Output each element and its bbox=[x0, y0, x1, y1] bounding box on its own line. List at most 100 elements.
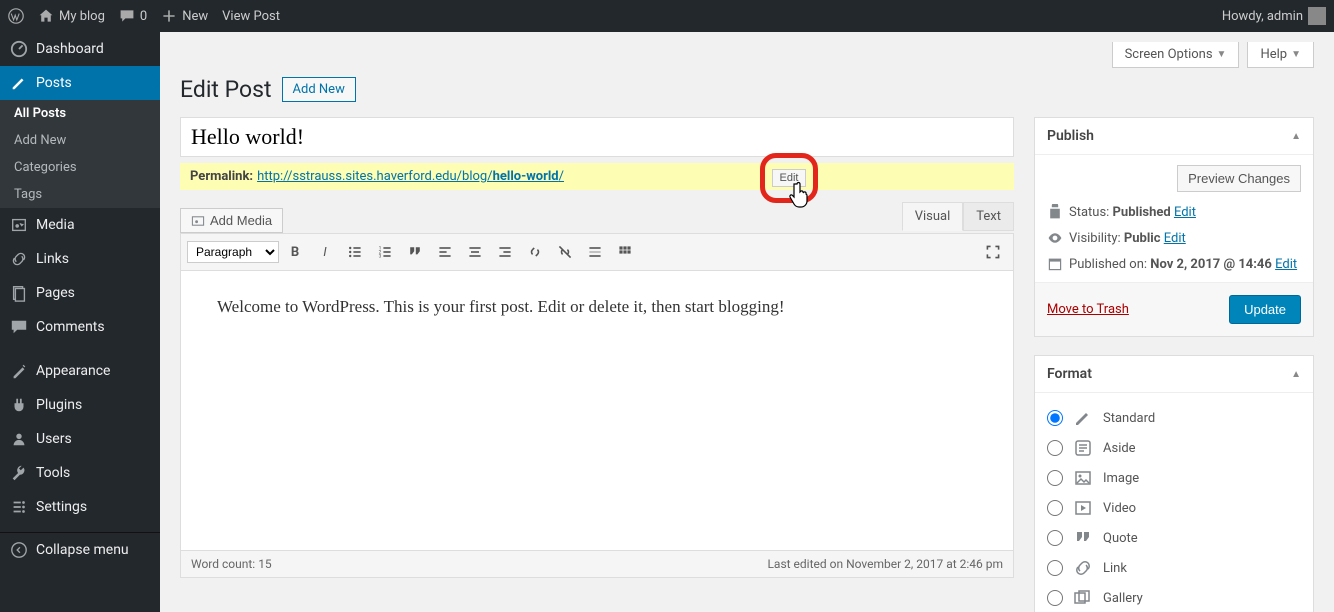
format-radio[interactable] bbox=[1047, 530, 1063, 546]
menu-media-label: Media bbox=[36, 217, 75, 233]
word-count: Word count: 15 bbox=[191, 557, 272, 571]
format-label: Video bbox=[1103, 501, 1136, 516]
unlink-button[interactable] bbox=[551, 238, 579, 266]
format-radio[interactable] bbox=[1047, 410, 1063, 426]
add-media-label: Add Media bbox=[210, 213, 272, 228]
menu-appearance[interactable]: Appearance bbox=[0, 354, 160, 388]
bullet-list-button[interactable] bbox=[341, 238, 369, 266]
align-right-button[interactable] bbox=[491, 238, 519, 266]
permalink-row: Permalink: http://sstrauss.sites.haverfo… bbox=[180, 163, 1014, 190]
quote-icon bbox=[1073, 528, 1093, 548]
menu-media[interactable]: Media bbox=[0, 208, 160, 242]
chevron-up-icon: ▲ bbox=[1291, 369, 1301, 380]
tab-visual[interactable]: Visual bbox=[902, 202, 964, 231]
menu-plugins[interactable]: Plugins bbox=[0, 388, 160, 422]
status-row: Status: Published Edit bbox=[1047, 204, 1301, 220]
bold-button[interactable]: B bbox=[281, 238, 309, 266]
menu-settings-label: Settings bbox=[36, 499, 87, 515]
help-button[interactable]: Help ▼ bbox=[1247, 42, 1314, 68]
toolbar-toggle-button[interactable] bbox=[611, 238, 639, 266]
submenu-posts: All Posts Add New Categories Tags bbox=[0, 100, 160, 208]
editor-content[interactable]: Welcome to WordPress. This is your first… bbox=[180, 271, 1014, 551]
menu-tools[interactable]: Tools bbox=[0, 456, 160, 490]
format-select[interactable]: Paragraph bbox=[187, 241, 279, 263]
comments-link[interactable]: 0 bbox=[119, 8, 147, 24]
format-radio[interactable] bbox=[1047, 500, 1063, 516]
format-title: Format bbox=[1047, 366, 1092, 382]
permalink-base: http://sstrauss.sites.haverford.edu/blog… bbox=[257, 169, 493, 184]
help-label: Help bbox=[1260, 47, 1287, 62]
edit-visibility-link[interactable]: Edit bbox=[1164, 231, 1186, 246]
admin-bar: My blog 0 New View Post Howdy, admin bbox=[0, 0, 1334, 32]
comment-count-label: 0 bbox=[140, 9, 147, 24]
menu-collapse[interactable]: Collapse menu bbox=[0, 532, 160, 567]
preview-changes-button[interactable]: Preview Changes bbox=[1177, 165, 1301, 192]
menu-links[interactable]: Links bbox=[0, 242, 160, 276]
wp-logo[interactable] bbox=[8, 8, 24, 24]
read-more-button[interactable] bbox=[581, 238, 609, 266]
format-option-standard[interactable]: Standard bbox=[1047, 403, 1301, 433]
submenu-add-new[interactable]: Add New bbox=[0, 127, 160, 154]
menu-tools-label: Tools bbox=[36, 465, 70, 481]
menu-users[interactable]: Users bbox=[0, 422, 160, 456]
menu-comments[interactable]: Comments bbox=[0, 310, 160, 344]
menu-links-label: Links bbox=[36, 251, 69, 267]
blockquote-button[interactable] bbox=[401, 238, 429, 266]
format-option-aside[interactable]: Aside bbox=[1047, 433, 1301, 463]
move-to-trash-link[interactable]: Move to Trash bbox=[1047, 302, 1129, 317]
fullscreen-button[interactable] bbox=[979, 238, 1007, 266]
video-icon bbox=[1073, 498, 1093, 518]
format-label: Standard bbox=[1103, 411, 1155, 426]
add-media-button[interactable]: Add Media bbox=[180, 208, 283, 233]
view-post-link[interactable]: View Post bbox=[222, 9, 280, 24]
format-option-gallery[interactable]: Gallery bbox=[1047, 583, 1301, 612]
format-radio[interactable] bbox=[1047, 590, 1063, 606]
link-button[interactable] bbox=[521, 238, 549, 266]
link-icon bbox=[1073, 558, 1093, 578]
format-option-image[interactable]: Image bbox=[1047, 463, 1301, 493]
menu-posts[interactable]: Posts bbox=[0, 66, 160, 100]
screen-options-button[interactable]: Screen Options ▼ bbox=[1112, 42, 1240, 68]
menu-pages-label: Pages bbox=[36, 285, 75, 301]
number-list-button[interactable]: 123 bbox=[371, 238, 399, 266]
svg-text:3: 3 bbox=[379, 254, 382, 260]
page-title: Edit Post bbox=[180, 76, 272, 103]
howdy-link[interactable]: Howdy, admin bbox=[1222, 7, 1326, 25]
format-radio[interactable] bbox=[1047, 440, 1063, 456]
post-title-input[interactable] bbox=[180, 117, 1014, 157]
chevron-up-icon: ▲ bbox=[1291, 131, 1301, 142]
site-link[interactable]: My blog bbox=[38, 8, 105, 24]
italic-button[interactable]: I bbox=[311, 238, 339, 266]
chevron-down-icon: ▼ bbox=[1217, 49, 1227, 60]
format-option-quote[interactable]: Quote bbox=[1047, 523, 1301, 553]
format-radio[interactable] bbox=[1047, 560, 1063, 576]
image-icon bbox=[1073, 468, 1093, 488]
menu-comments-label: Comments bbox=[36, 319, 105, 335]
update-button[interactable]: Update bbox=[1229, 295, 1301, 324]
edit-date-link[interactable]: Edit bbox=[1275, 257, 1297, 272]
align-center-button[interactable] bbox=[461, 238, 489, 266]
format-radio[interactable] bbox=[1047, 470, 1063, 486]
tab-text[interactable]: Text bbox=[963, 202, 1014, 231]
menu-settings[interactable]: Settings bbox=[0, 490, 160, 524]
publish-box-header[interactable]: Publish▲ bbox=[1035, 118, 1313, 155]
avatar-icon bbox=[1308, 7, 1326, 25]
new-link[interactable]: New bbox=[161, 8, 208, 24]
menu-dashboard[interactable]: Dashboard bbox=[0, 32, 160, 66]
editor-status-bar: Word count: 15 Last edited on November 2… bbox=[180, 551, 1014, 578]
format-label: Image bbox=[1103, 471, 1139, 486]
format-option-link[interactable]: Link bbox=[1047, 553, 1301, 583]
permalink-link[interactable]: http://sstrauss.sites.haverford.edu/blog… bbox=[257, 169, 564, 184]
submenu-all-posts[interactable]: All Posts bbox=[0, 100, 160, 127]
permalink-trail: / bbox=[559, 169, 564, 184]
edit-status-link[interactable]: Edit bbox=[1174, 205, 1196, 220]
add-new-button[interactable]: Add New bbox=[282, 77, 356, 102]
main-content: Screen Options ▼ Help ▼ Edit Post Add Ne… bbox=[160, 32, 1334, 612]
format-box-header[interactable]: Format ▲ bbox=[1035, 356, 1313, 393]
menu-appearance-label: Appearance bbox=[36, 363, 110, 379]
submenu-tags[interactable]: Tags bbox=[0, 181, 160, 208]
menu-pages[interactable]: Pages bbox=[0, 276, 160, 310]
format-option-video[interactable]: Video bbox=[1047, 493, 1301, 523]
submenu-categories[interactable]: Categories bbox=[0, 154, 160, 181]
align-left-button[interactable] bbox=[431, 238, 459, 266]
